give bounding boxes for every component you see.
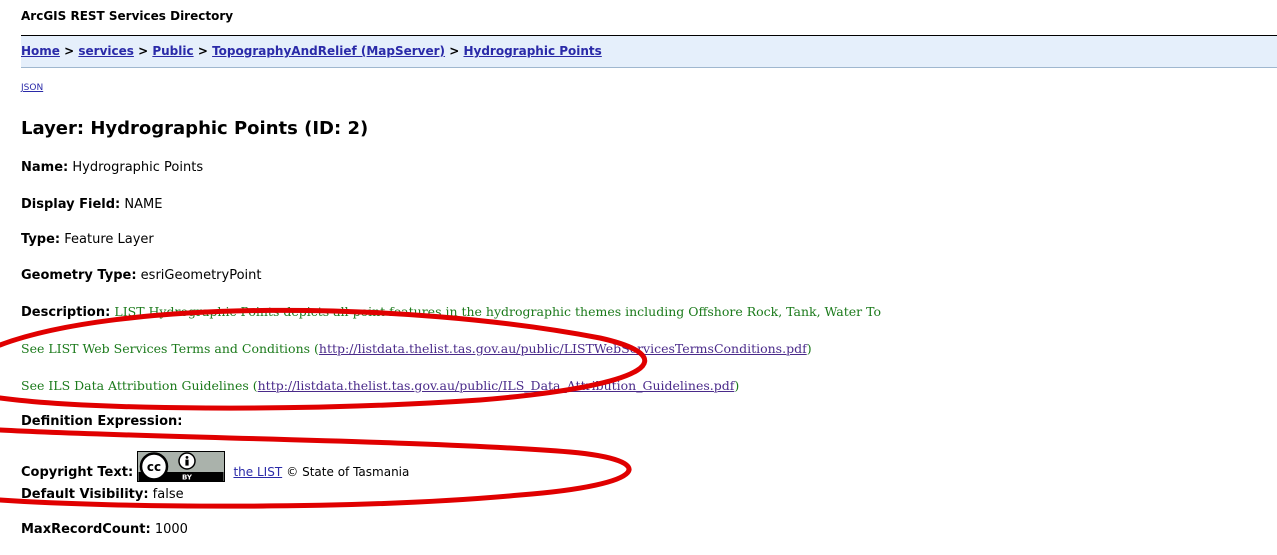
- property-value: NAME: [124, 197, 163, 212]
- attribution-pdf-link[interactable]: http://listdata.thelist.tas.gov.au/publi…: [258, 378, 735, 393]
- attribution-prefix: See ILS Data Attribution Guidelines (: [21, 378, 258, 393]
- breadcrumb-separator: >: [138, 44, 149, 58]
- breadcrumb-layer[interactable]: Hydrographic Points: [463, 44, 601, 58]
- property-label: Definition Expression:: [21, 414, 183, 429]
- annotation-ellipse-terms: [0, 307, 647, 411]
- property-value: Hydrographic Points: [72, 160, 204, 175]
- breadcrumb-mapserver[interactable]: TopographyAndRelief (MapServer): [212, 44, 445, 58]
- property-label: Name:: [21, 160, 69, 175]
- json-link[interactable]: JSON: [21, 83, 43, 93]
- property-value: 1000: [154, 522, 188, 537]
- the-list-link[interactable]: the LIST: [233, 465, 282, 479]
- property-value: false: [152, 487, 184, 502]
- breadcrumb-separator: >: [197, 44, 208, 58]
- cc-badge-text: BY: [182, 474, 193, 482]
- property-label: MaxRecordCount:: [21, 522, 151, 537]
- property-label: Type:: [21, 232, 61, 247]
- terms-line: See LIST Web Services Terms and Conditio…: [21, 341, 812, 356]
- property-max-record-count: MaxRecordCount: 1000: [21, 522, 188, 537]
- property-geometry-type: Geometry Type: esriGeometryPoint: [21, 268, 262, 283]
- breadcrumb-bar: Home > services > Public > TopographyAnd…: [21, 36, 1277, 68]
- description-text: LIST Hydrographic Points depicts all poi…: [114, 304, 882, 319]
- breadcrumb-home[interactable]: Home: [21, 44, 60, 58]
- breadcrumb-services[interactable]: services: [78, 44, 134, 58]
- property-label: Geometry Type:: [21, 268, 137, 283]
- attribution-suffix: ): [734, 378, 740, 393]
- breadcrumb: Home > services > Public > TopographyAnd…: [21, 44, 602, 58]
- app-title: ArcGIS REST Services Directory: [21, 9, 234, 23]
- property-type: Type: Feature Layer: [21, 232, 154, 247]
- property-default-visibility: Default Visibility: false: [21, 487, 184, 502]
- property-value: Feature Layer: [64, 232, 154, 247]
- terms-pdf-link[interactable]: http://listdata.thelist.tas.gov.au/publi…: [319, 341, 807, 356]
- property-value: esriGeometryPoint: [140, 268, 262, 283]
- copyright-owner: © State of Tasmania: [286, 465, 410, 479]
- property-description: Description: LIST Hydrographic Points de…: [21, 304, 881, 320]
- breadcrumb-separator: >: [64, 44, 75, 58]
- terms-suffix: ): [806, 341, 812, 356]
- terms-prefix: See LIST Web Services Terms and Conditio…: [21, 341, 319, 356]
- attribution-line: See ILS Data Attribution Guidelines (htt…: [21, 378, 739, 393]
- property-label: Copyright Text:: [21, 465, 134, 480]
- property-display-field: Display Field: NAME: [21, 197, 162, 212]
- cc-by-badge-icon: cc BY: [137, 451, 226, 482]
- property-label: Display Field:: [21, 197, 121, 212]
- breadcrumb-separator: >: [449, 44, 460, 58]
- property-definition-expression: Definition Expression:: [21, 414, 182, 429]
- property-copyright: Copyright Text: cc BY the LIST © State o…: [21, 451, 409, 482]
- property-label: Description:: [21, 305, 111, 320]
- page-title: Layer: Hydrographic Points (ID: 2): [21, 118, 369, 139]
- breadcrumb-public[interactable]: Public: [152, 44, 193, 58]
- page: ArcGIS REST Services Directory Home > se…: [0, 0, 1277, 555]
- property-label: Default Visibility:: [21, 487, 149, 502]
- svg-text:cc: cc: [147, 460, 161, 474]
- property-name: Name: Hydrographic Points: [21, 160, 203, 175]
